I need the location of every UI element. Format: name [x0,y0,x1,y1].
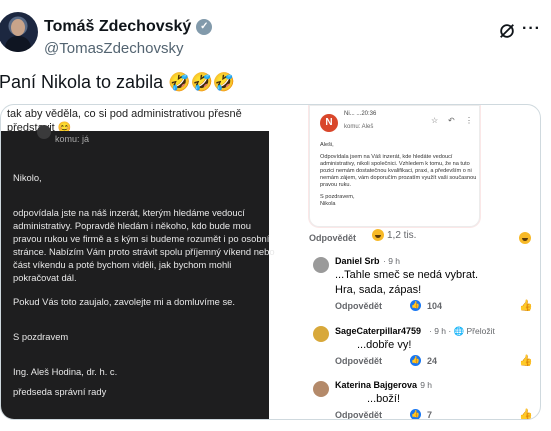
grok-icon[interactable] [498,22,516,40]
reply-to: komu: Aleš [344,124,374,130]
sender-avatar [37,125,51,139]
tweet-page: Tomáš Zdechovský ✓ @TomasZdechovsky ··· … [0,0,551,431]
dark-email-line-4: stránce. Nabízím Vám proto strávit spolu… [13,246,275,257]
reply-text: Odpovídala jsem na Váš inzerát, kde hled… [320,154,477,188]
like-count: 7 [427,409,433,420]
post-reply-link: Odpovědět [309,233,357,243]
dark-email-signature: Ing. Aleš Hodina, dr. h. c. [13,366,118,377]
thumbs-up-icon: 👍 [519,300,533,312]
comment-text: ...boží! [367,393,401,405]
comment-text-2: Hra, sada, zápas! [335,284,422,296]
reply-email-body: Aleši, Odpovídala jsem na Váš inzerát, k… [320,142,478,213]
comment-actions: Odpovědět 👍 24 [335,355,437,366]
dark-email-to: komu: já [55,134,90,144]
like-count: 104 [427,300,443,311]
media-top-line-1: tak aby věděla, co si pod administrativo… [7,108,242,120]
comment-reply-link: Odpovědět [335,300,383,311]
comment-reply-link: Odpovědět [335,409,383,420]
commenter-avatar [313,326,329,342]
more-vertical-icon: ⋮ [465,116,473,125]
reply-email-card: N Ni... ...20:36 komu: Aleš ☆ ↶ ⋮ Aleši,… [309,105,480,227]
reply-greeting: Aleši, [320,142,334,148]
reply-closing: S pozdravem, [320,194,355,200]
tweet-text: Paní Nikola to zabila 🤣🤣🤣 [0,72,236,92]
dark-email: komu: já Nikolo, odpovídala jste na náš … [1,125,275,419]
dark-email-line-3: pravou rukou ve firmě a s kým si budeme … [13,233,270,244]
haha-reaction-icon [519,229,531,247]
commenter-name: SageCaterpillar4759 [335,326,422,336]
author-handle[interactable]: @TomasZdechovsky [44,40,183,57]
comment-actions: Odpovědět 👍 104 [335,300,442,311]
comment-actions: Odpovědět 👍 7 [335,409,433,420]
comment-time: · 9 h [383,256,401,266]
like-count: 24 [427,355,438,366]
dark-email-line-5: část víkendu a poté bychom viděli, jak b… [13,259,232,270]
reply-sender: Ni... ...20:36 [344,111,377,117]
haha-emoji-icon [372,229,384,241]
thumbs-up-icon: 👍 [519,409,533,420]
tweet-media[interactable]: tak aby věděla, co si pod administrativo… [0,104,541,420]
author-name[interactable]: Tomáš Zdechovský [44,18,191,36]
like-icon: 👍 [410,300,422,311]
dark-email-line-1: odpovídala jste na náš inzerát, kterým h… [13,207,245,218]
comment-text: ...dobře vy! [357,339,412,351]
dark-email-line-2: administrativy. Popravdě hledám i někoho… [13,220,251,231]
comment-time: · 9 h · 🌐 Přeložit [429,326,495,336]
author-avatar[interactable] [0,12,38,52]
post-reactions: 1,2 tis. [372,229,416,241]
dark-email-line-6: pokračovat dál. [13,272,77,283]
commenter-name: Katerina Bajgerova [335,380,418,390]
verified-icon[interactable]: ✓ [196,19,213,35]
star-icon: ☆ [431,116,439,125]
author-name-row: Tomáš Zdechovský ✓ [44,18,213,36]
thumbs-up-icon: 👍 [519,355,533,367]
dark-email-greeting: Nikolo, [13,172,42,183]
like-icon: 👍 [410,409,422,419]
reply-sender-avatar: N [320,114,338,132]
reaction-count: 1,2 tis. [387,229,417,241]
dark-email-p2: Pokud Vás toto zaujalo, zavolejte mi a d… [13,296,235,307]
commenter-avatar [313,257,329,273]
dark-email-role: předseda správní rady [13,386,107,397]
reply-arrow-icon: ↶ [448,116,455,125]
comment-time: · 9 h [415,380,433,390]
like-icon: 👍 [410,355,422,366]
dark-email-closing: S pozdravem [13,331,69,342]
reply-signature: Nikola [320,201,336,207]
commenter-avatar [313,381,329,397]
comment-text: ...Tahle smeč se nedá vybrat. [335,269,479,281]
commenter-name: Daniel Srb [335,256,380,266]
more-icon[interactable]: ··· [522,20,541,38]
comment-reply-link: Odpovědět [335,355,383,366]
